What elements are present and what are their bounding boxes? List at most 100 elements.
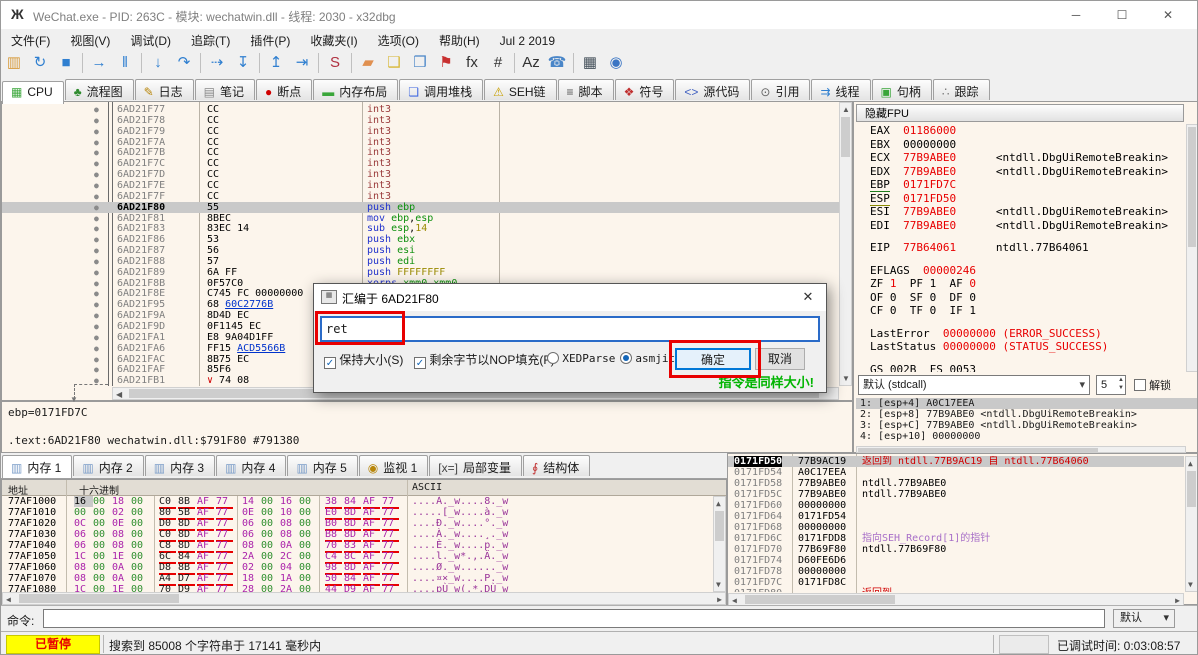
breakpoint-dot-icon[interactable]: ● bbox=[94, 355, 104, 364]
tab-source[interactable]: <>源代码 bbox=[675, 79, 750, 100]
run-to-user-code-icon[interactable]: ⇥ bbox=[289, 51, 315, 75]
tab-memory-map[interactable]: ▬内存布局 bbox=[313, 79, 398, 100]
tab-handles[interactable]: ▣句柄 bbox=[872, 79, 932, 100]
step-out-icon[interactable]: ↥ bbox=[263, 51, 289, 75]
stack-vscrollbar[interactable]: ▲ ▼ bbox=[1185, 456, 1198, 592]
dialog-close-icon[interactable]: ✕ bbox=[792, 284, 824, 310]
register-line[interactable]: EBP 0171FD7C bbox=[870, 178, 1184, 192]
breakpoint-dot-icon[interactable]: ● bbox=[94, 344, 104, 353]
scroll-up-icon[interactable]: ▲ bbox=[716, 499, 721, 508]
breakpoint-dot-icon[interactable]: ● bbox=[94, 214, 104, 223]
checkbox-icon[interactable] bbox=[1134, 379, 1146, 391]
register-line[interactable]: LastError 00000000 (ERROR_SUCCESS) bbox=[870, 327, 1184, 341]
open-file-icon[interactable]: ▥ bbox=[1, 51, 27, 75]
tab-seh[interactable]: ⚠SEH链 bbox=[484, 79, 556, 100]
disasm-row[interactable]: ●6AD21F7CCCint3 bbox=[2, 158, 840, 169]
tab-breakpoints[interactable]: ●断点 bbox=[256, 79, 312, 100]
tab-dump-3[interactable]: ▥内存 3 bbox=[145, 455, 215, 476]
register-line[interactable]: EAX 01186000 bbox=[870, 124, 1184, 138]
minimize-button[interactable]: ─ bbox=[1053, 1, 1099, 29]
maximize-button[interactable]: ☐ bbox=[1099, 1, 1145, 29]
register-line[interactable]: ESI 77B9ABE0 <ntdll.DbgUiRemoteBreakin> bbox=[870, 205, 1184, 219]
stack-row[interactable]: 0171FD74D60FE6D6 bbox=[728, 555, 1184, 566]
dump-col-address[interactable]: 地址 bbox=[8, 482, 28, 497]
checkbox-checked-icon[interactable]: ✓ bbox=[414, 357, 426, 369]
disasm-row[interactable]: ●6AD21F79CCint3 bbox=[2, 126, 840, 137]
breakpoint-dot-icon[interactable]: ● bbox=[94, 116, 104, 125]
keep-size-checkbox[interactable]: ✓ 保持大小(S) bbox=[324, 351, 403, 369]
stack-row[interactable]: 0171FD7077B69F80ntdll.77B69F80 bbox=[728, 544, 1184, 555]
register-line[interactable]: ZF 1 PF 1 AF 0 bbox=[870, 277, 1184, 291]
breakpoint-dot-icon[interactable]: ● bbox=[94, 268, 104, 277]
register-line[interactable]: EDX 77B9ABE0 <ntdll.DbgUiRemoteBreakin> bbox=[870, 165, 1184, 179]
dump-row[interactable]: 77AF10200C000E00D08DAF7706000800B08DAF77… bbox=[2, 518, 712, 529]
disasm-row[interactable]: ●6AD21F8756push esi bbox=[2, 245, 840, 256]
stack-row[interactable]: 0171FD7C0171FD8C bbox=[728, 577, 1184, 588]
disasm-row[interactable]: ●6AD21F78CCint3 bbox=[2, 115, 840, 126]
tab-dump-1[interactable]: ▥内存 1 bbox=[2, 455, 72, 478]
dump-row[interactable]: 77AF10801C001E0070D9AF7728002A0044D9AF77… bbox=[2, 584, 712, 592]
args-hscrollbar[interactable] bbox=[856, 446, 1186, 453]
breakpoint-dot-icon[interactable]: ● bbox=[94, 246, 104, 255]
tab-symbols[interactable]: ❖符号 bbox=[615, 79, 675, 100]
functions-fx-icon[interactable]: fx bbox=[459, 51, 485, 75]
patches-icon[interactable]: ▰ bbox=[355, 51, 381, 75]
stack-row[interactable]: 0171FD6C0171FDD8指向SEH_Record[1]的指针 bbox=[728, 533, 1184, 544]
calculator-icon[interactable]: ▦ bbox=[577, 51, 603, 75]
disasm-row[interactable]: ●6AD21F7DCCint3 bbox=[2, 169, 840, 180]
disasm-vscrollbar[interactable]: ▲ ▼ bbox=[839, 102, 852, 386]
breakpoint-dot-icon[interactable]: ● bbox=[94, 148, 104, 157]
dump-row[interactable]: 77AF101000000200805BAF770E001000E08DAF77… bbox=[2, 507, 712, 518]
labels-icon[interactable]: ❒ bbox=[407, 51, 433, 75]
tab-notes[interactable]: ▤笔记 bbox=[195, 79, 255, 100]
step-over-icon[interactable]: ↷ bbox=[171, 51, 197, 75]
scroll-up-icon[interactable]: ▲ bbox=[1188, 459, 1193, 468]
stack-row[interactable]: 0171FD5C77B9ABE0ntdll.77B9ABE0 bbox=[728, 489, 1184, 500]
tab-dump-4[interactable]: ▥内存 4 bbox=[216, 455, 286, 476]
tab-references[interactable]: ⊙引用 bbox=[751, 79, 810, 100]
tab-dump-5[interactable]: ▥内存 5 bbox=[287, 455, 357, 476]
breakpoint-dot-icon[interactable]: ● bbox=[94, 322, 104, 331]
breakpoint-dot-icon[interactable]: ● bbox=[94, 181, 104, 190]
stack-row[interactable]: 0171FD5077B9AC19返回到 ntdll.77B9AC19 自 ntd… bbox=[728, 456, 1184, 467]
radio-off-icon[interactable] bbox=[547, 352, 559, 364]
breakpoint-dot-icon[interactable]: ● bbox=[94, 127, 104, 136]
stack-row[interactable]: 0171FD640171FD54 bbox=[728, 511, 1184, 522]
hide-fpu-button[interactable]: 隐藏FPU bbox=[856, 104, 1184, 122]
checkbox-checked-icon[interactable]: ✓ bbox=[324, 357, 336, 369]
dump-row[interactable]: 77AF104006000800C88DAF7708000A007083AF77… bbox=[2, 540, 712, 551]
stack-row[interactable]: 0171FD6800000000 bbox=[728, 522, 1184, 533]
breakpoint-dot-icon[interactable]: ● bbox=[94, 333, 104, 342]
scroll-left-icon[interactable]: ◀ bbox=[116, 390, 122, 399]
breakpoint-dot-icon[interactable]: ● bbox=[94, 289, 104, 298]
register-line[interactable]: EFLAGS 00000246 bbox=[870, 264, 1184, 278]
breakpoint-dot-icon[interactable]: ● bbox=[94, 170, 104, 179]
breakpoint-dot-icon[interactable]: ● bbox=[94, 279, 104, 288]
disasm-row[interactable]: ●6AD21F818BECmov ebp,esp bbox=[2, 213, 840, 224]
breakpoint-dot-icon[interactable]: ● bbox=[94, 105, 104, 114]
tab-cpu[interactable]: ▦CPU bbox=[2, 81, 64, 104]
dump-col-hex[interactable]: 十六进制 bbox=[79, 482, 119, 497]
chevron-down-icon[interactable]: ▾ bbox=[1163, 610, 1169, 627]
stack-arg-row[interactable]: 4: [esp+10] 00000000 bbox=[856, 431, 1198, 442]
dump-vscrollbar[interactable]: ▲ ▼ bbox=[713, 496, 726, 592]
scroll-right-icon[interactable]: ▶ bbox=[1175, 596, 1180, 605]
tab-threads[interactable]: ⇉线程 bbox=[811, 79, 870, 100]
disasm-row[interactable]: ●6AD21F896A FFpush FFFFFFFF bbox=[2, 267, 840, 278]
restart-icon[interactable]: ↻ bbox=[27, 51, 53, 75]
tab-locals[interactable]: [x=]局部变量 bbox=[429, 455, 522, 476]
stop-icon[interactable]: ■ bbox=[53, 51, 79, 75]
disasm-row[interactable]: ●6AD21F77CCint3 bbox=[2, 104, 840, 115]
scroll-down-icon[interactable]: ▼ bbox=[842, 374, 850, 383]
tab-watch-1[interactable]: ◉监视 1 bbox=[359, 455, 429, 476]
breakpoint-dot-icon[interactable]: ● bbox=[94, 365, 104, 374]
breakpoint-dot-icon[interactable]: ● bbox=[94, 203, 104, 212]
run-icon[interactable]: → bbox=[86, 51, 112, 75]
scroll-up-icon[interactable]: ▲ bbox=[842, 105, 850, 114]
disasm-row[interactable]: ●6AD21F7BCCint3 bbox=[2, 147, 840, 158]
chevron-down-icon[interactable]: ▾ bbox=[1079, 376, 1085, 394]
dump-row[interactable]: 77AF106008000A00D88BAF7702000400988DAF77… bbox=[2, 562, 712, 573]
stack-row[interactable]: 0171FD7800000000 bbox=[728, 566, 1184, 577]
disasm-row[interactable]: ●6AD21F7ECCint3 bbox=[2, 180, 840, 191]
arg-count-stepper[interactable]: 5 ▲▼ bbox=[1096, 375, 1126, 395]
